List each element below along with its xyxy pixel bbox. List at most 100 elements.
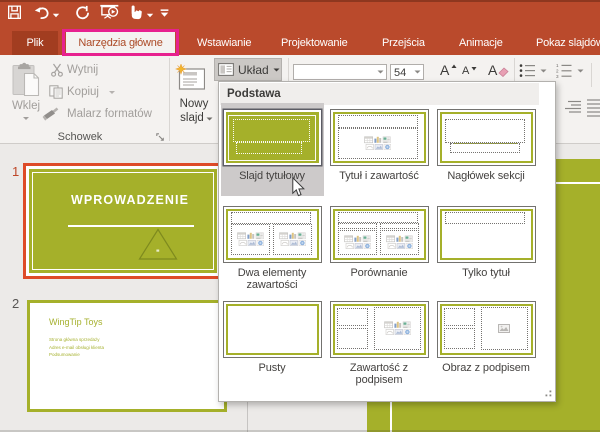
layout-thumbnail-frame [440, 112, 533, 163]
layout-thumbnail-frame [226, 112, 319, 163]
layout-thumbnail [437, 109, 536, 166]
clipboard-dialog-launcher[interactable] [156, 133, 165, 142]
columns-icon[interactable] [587, 98, 600, 118]
font-size-dropdown-arrow[interactable] [414, 70, 421, 74]
placeholder-box [337, 308, 368, 326]
layout-option-title[interactable]: Slajd tytułowy [221, 103, 324, 196]
copy-label: Kopiuj [67, 86, 99, 98]
layout-label: Nagłówek sekcji [435, 170, 538, 182]
tab-label: Przejścia [382, 37, 425, 49]
numbering-dropdown-arrow[interactable] [577, 69, 584, 73]
layout-label: Zawartość zpodpisem [328, 362, 431, 386]
align-text-icon[interactable] [564, 100, 582, 115]
layout-thumbnail-frame [440, 209, 533, 260]
tab-animations[interactable]: Animacje [459, 31, 503, 55]
redo-icon[interactable] [75, 5, 89, 20]
layout-option-picture_caption[interactable]: Obraz z podpisem [435, 299, 538, 383]
layout-option-two_content[interactable]: Dwa elementyzawartości [221, 202, 324, 297]
slide-1-number: 1 [12, 164, 19, 179]
layout-thumbnail-frame [226, 209, 319, 260]
bullets-dropdown-arrow[interactable] [540, 69, 547, 73]
start-from-beginning-icon[interactable] [100, 4, 119, 19]
clear-formatting-button[interactable]: A [488, 62, 510, 82]
shrink-font-arrow [471, 66, 477, 71]
layout-thumbnail-frame [333, 209, 426, 260]
touch-mode-dropdown-arrow[interactable] [146, 8, 154, 23]
slide-1-thumbnail[interactable]: WPROWADZENIE [23, 163, 223, 279]
svg-text:2: 2 [556, 69, 559, 74]
grow-font-button[interactable]: A [438, 62, 458, 82]
layout-label: Pusty [221, 362, 324, 374]
layout-thumbnail-frame [333, 112, 426, 163]
layout-button[interactable]: Układ [214, 58, 282, 81]
placeholder-box [338, 212, 418, 223]
bullets-icon [519, 63, 536, 78]
layout-thumbnail-frame [440, 304, 533, 355]
layout-gallery-dropdown: Podstawa Slajd tytułowy Tytuł i zawartość… [218, 81, 556, 402]
format-painter-icon [42, 107, 59, 121]
font-name-dropdown-arrow[interactable] [377, 70, 384, 74]
slide-1-content: WPROWADZENIE [29, 169, 217, 273]
gallery-header-label: Podstawa [227, 88, 281, 100]
tab-slideshow[interactable]: Pokaz slajdów [536, 31, 600, 55]
placeholder-box [233, 119, 310, 143]
layout-thumbnail [223, 301, 322, 358]
tab-file[interactable]: Plik [12, 31, 58, 55]
bullets-button[interactable] [519, 63, 537, 79]
layout-thumbnail [223, 206, 322, 263]
touch-mouse-mode-icon[interactable] [127, 5, 143, 20]
slide-2-thumbnail[interactable]: WingTip Toys Strona główna sprzedaży Adr… [27, 300, 227, 413]
slide-2-title: WingTip Toys [49, 317, 103, 327]
layout-icon [218, 63, 234, 76]
layout-label: Tytuł i zawartość [328, 170, 431, 182]
font-size-combo[interactable]: 54 [390, 64, 424, 80]
undo-icon[interactable] [34, 5, 49, 20]
customize-qat-icon[interactable] [160, 6, 169, 21]
tab-transitions[interactable]: Przejścia [382, 31, 425, 55]
svg-text:1: 1 [556, 63, 559, 68]
tab-label: Wstawianie [197, 37, 251, 49]
layout-label: Slajd tytułowy [221, 170, 324, 182]
numbering-button[interactable]: 123 [556, 63, 574, 79]
content-placeholder-icons [237, 232, 264, 246]
picture-placeholder-icon [498, 324, 510, 333]
new-slide-button[interactable]: Nowy slajd [172, 58, 216, 124]
layout-option-blank[interactable]: Pusty [221, 299, 324, 383]
ribbon-separator [591, 63, 592, 87]
content-placeholder-icons [386, 235, 413, 249]
layout-option-section[interactable]: Nagłówek sekcji [435, 103, 538, 196]
tab-label: Projektowanie [281, 37, 348, 49]
clear-formatting-glyph: A [488, 62, 497, 78]
layout-option-content_caption[interactable]: Zawartość zpodpisem [328, 299, 431, 383]
placeholder-box [380, 223, 420, 229]
layout-option-title_content[interactable]: Tytuł i zawartość [328, 103, 431, 196]
font-name-combo[interactable] [293, 64, 387, 80]
layout-option-title_only[interactable]: Tylko tytuł [435, 202, 538, 297]
layout-thumbnail-frame [333, 304, 426, 355]
undo-dropdown-arrow[interactable] [52, 8, 60, 23]
content-placeholder-icons [344, 235, 371, 249]
slide-2-bullet-text: Podsumowanie [49, 352, 80, 357]
tab-label: Plik [27, 37, 44, 49]
placeholder-box [338, 115, 418, 128]
new-slide-label-1: Nowy [172, 98, 216, 110]
layout-label: Obraz z podpisem [435, 362, 538, 374]
slide-2-bullet: Adres e-mail obsługi klienta [49, 345, 104, 350]
tab-label: Animacje [459, 37, 503, 49]
layout-thumbnail-frame [226, 304, 319, 355]
save-icon[interactable] [8, 5, 21, 20]
shrink-font-button[interactable]: A [460, 64, 478, 82]
placeholder-box [337, 328, 368, 350]
tab-insert[interactable]: Wstawianie [197, 31, 251, 55]
layout-thumbnail [437, 206, 536, 263]
numbering-icon: 123 [556, 63, 573, 78]
new-slide-dropdown-arrow [206, 117, 213, 121]
grow-font-arrow [451, 64, 457, 69]
resize-grip[interactable] [543, 390, 552, 397]
tab-design[interactable]: Projektowanie [281, 31, 348, 55]
shrink-font-glyph: A [462, 65, 469, 77]
slide-1-triangle [136, 228, 180, 261]
placeholder-box [444, 328, 475, 350]
layout-option-comparison[interactable]: Porównanie [328, 202, 431, 297]
tab-label: Pokaz slajdów [536, 37, 600, 49]
